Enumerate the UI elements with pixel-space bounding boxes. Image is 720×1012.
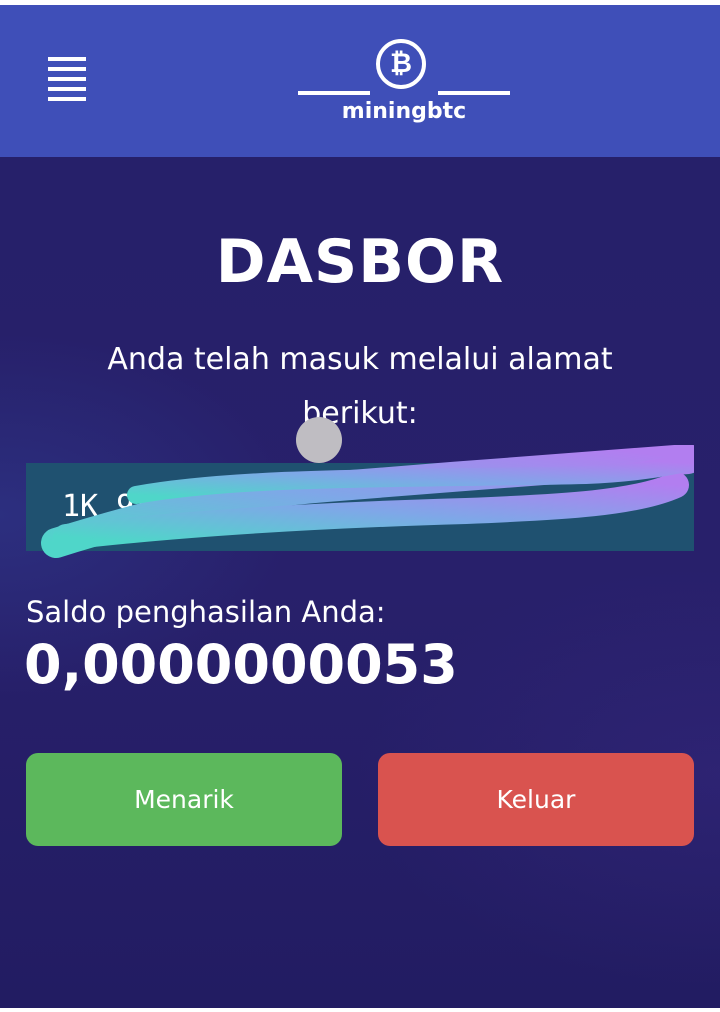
wallet-address-box[interactable]: 1K 93bi oW.. <box>26 463 694 551</box>
logo-line-right <box>438 91 510 95</box>
bitcoin-coin-icon: ₿ <box>376 39 426 89</box>
top-header: ₿ miningbtc <box>0 5 720 157</box>
logo-text: miningbtc <box>341 99 467 124</box>
hamburger-menu-icon[interactable] <box>48 57 88 107</box>
touch-indicator <box>296 417 342 463</box>
balance-label: Saldo penghasilan Anda: <box>26 595 386 629</box>
logo-line-left <box>298 91 370 95</box>
site-logo[interactable]: ₿ miningbtc <box>298 35 510 135</box>
wallet-address-text: 1K 93bi oW.. <box>62 489 279 524</box>
balance-value: 0,0000000053 <box>24 633 458 696</box>
page-title: DASBOR <box>215 227 505 297</box>
logout-button[interactable]: Keluar <box>378 753 694 846</box>
login-address-caption: Anda telah masuk melalui alamat berikut: <box>107 342 613 431</box>
withdraw-button[interactable]: Menarik <box>26 753 342 846</box>
app-screen: ₿ miningbtc DASBOR Anda telah masuk mela… <box>0 5 720 1008</box>
